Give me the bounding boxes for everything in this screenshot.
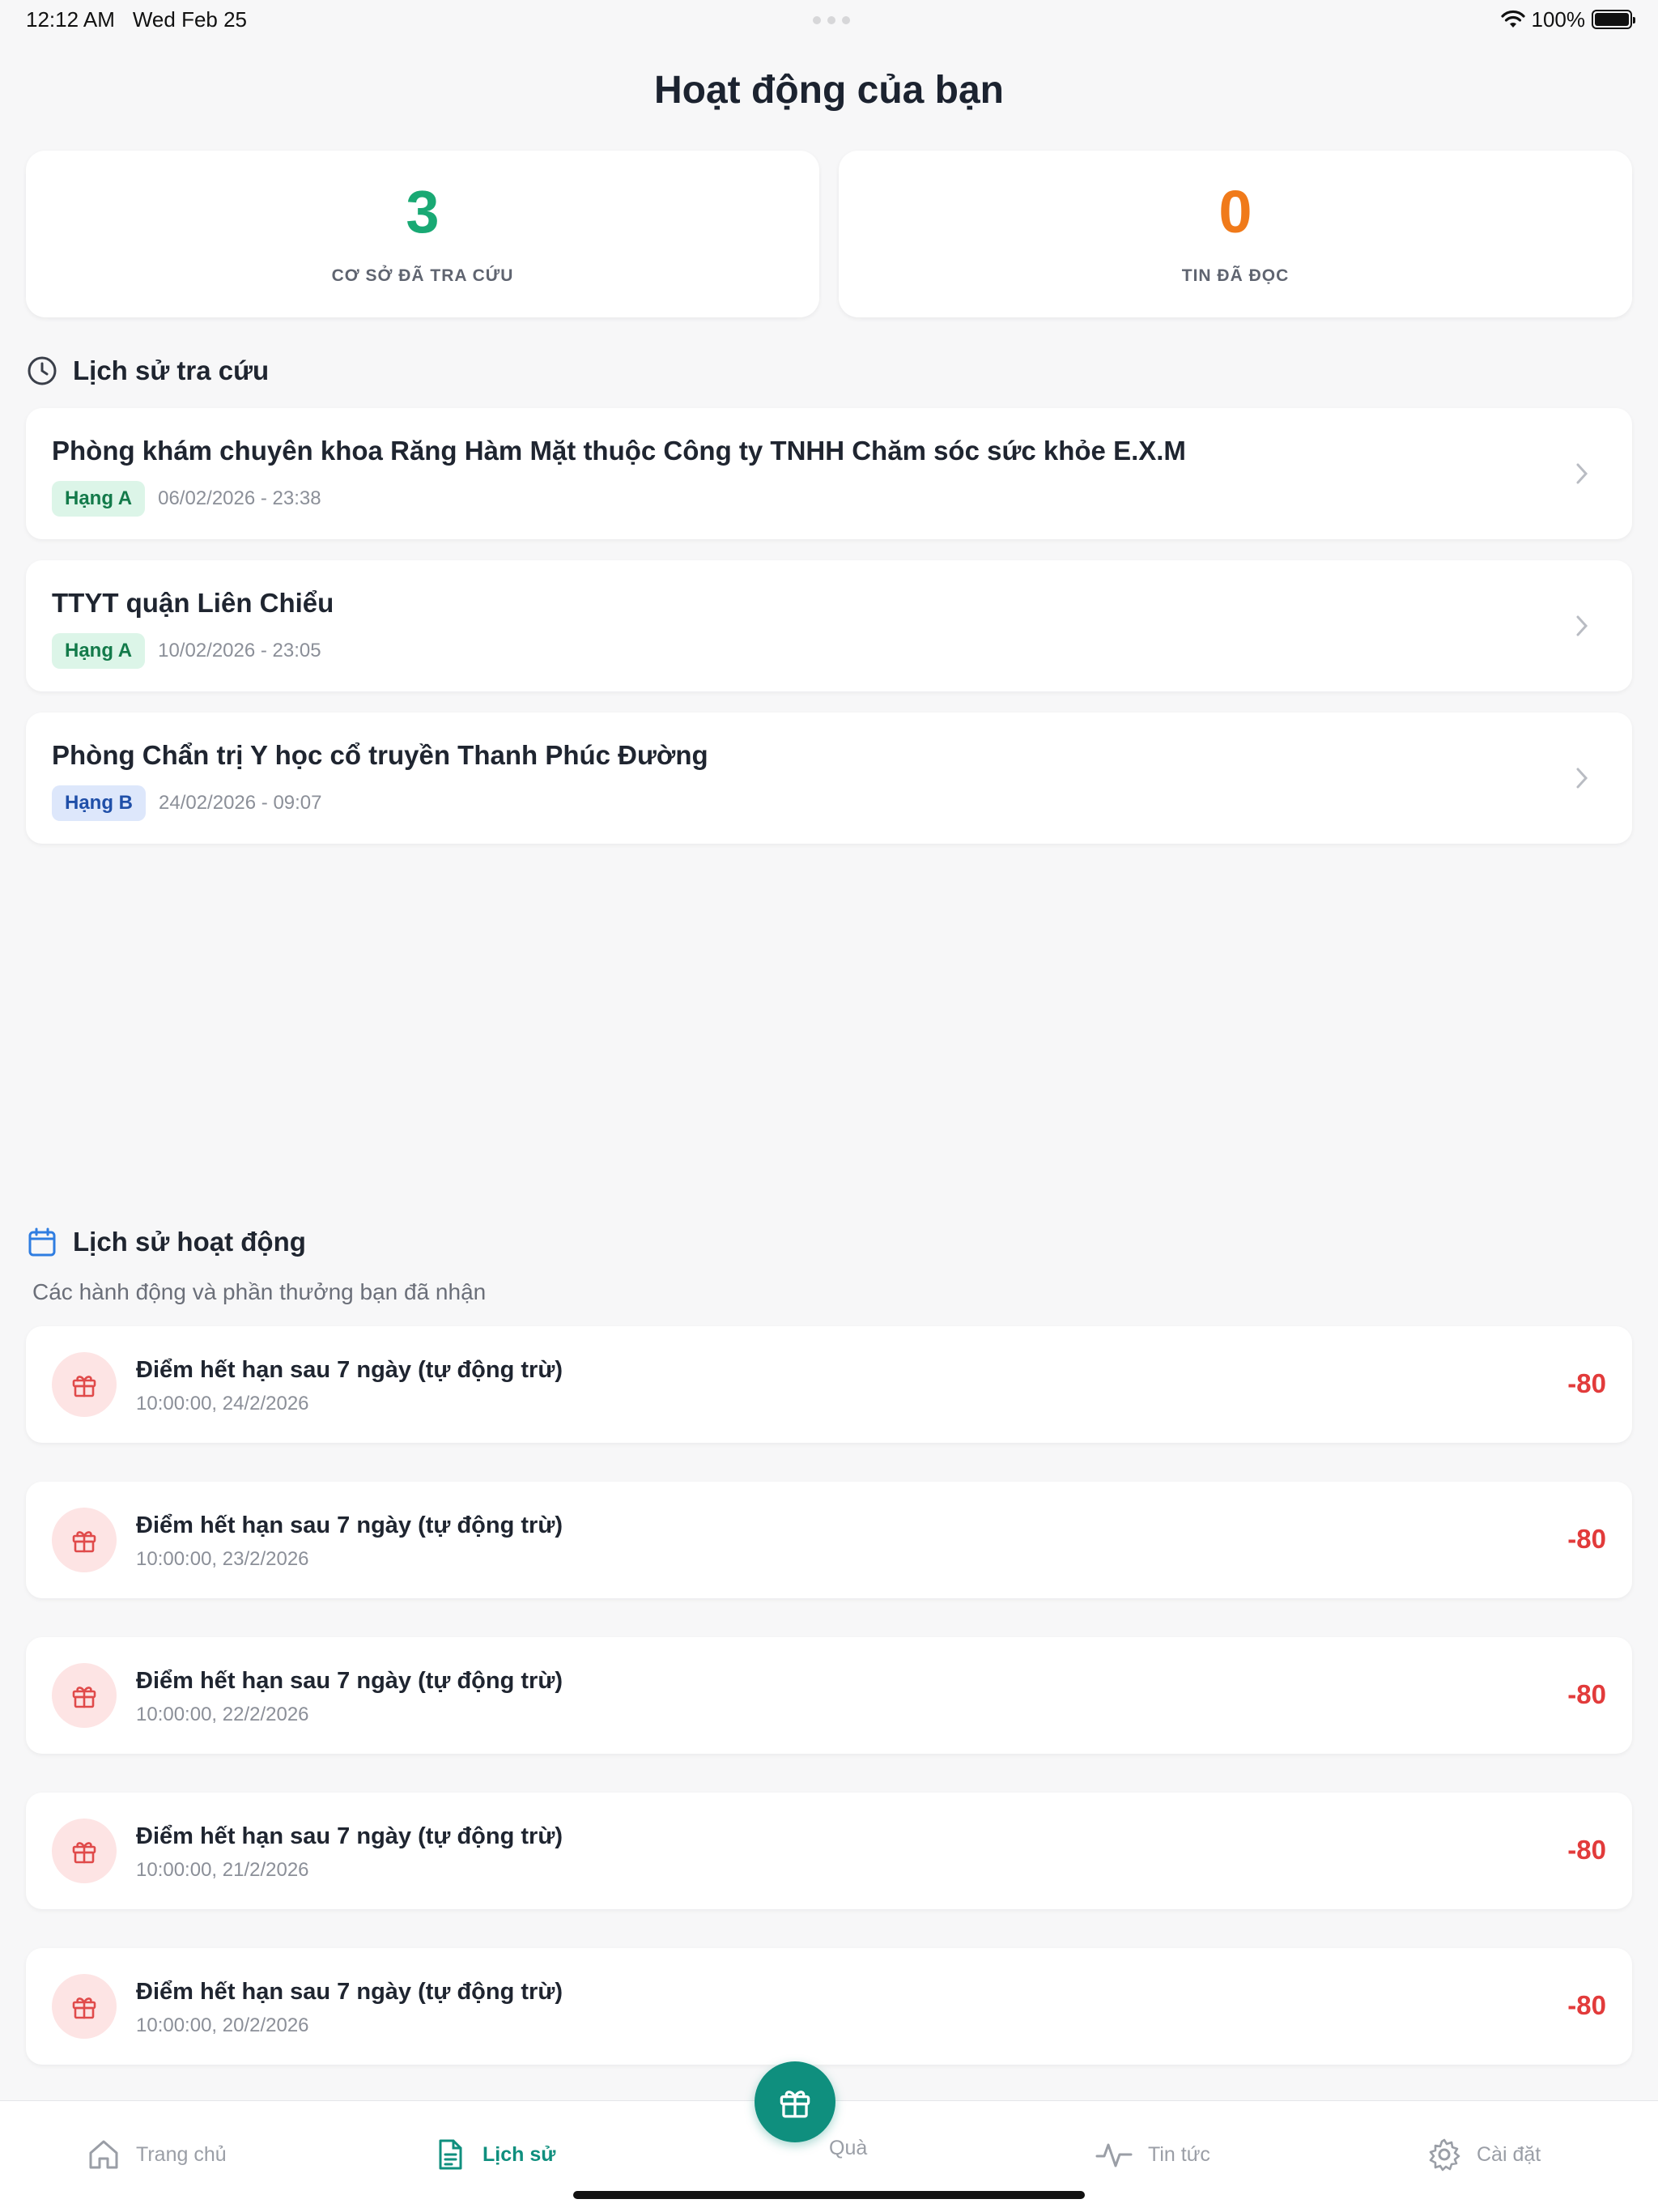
home-icon (89, 2140, 118, 2169)
search-history-item[interactable]: TTYT quận Liên Chiểu Hạng A 10/02/2026 -… (26, 560, 1632, 691)
gift-icon (72, 1687, 96, 1708)
section-title: Lịch sử hoạt động (73, 1227, 306, 1257)
battery-percent: 100% (1531, 6, 1586, 32)
page-title: Hoạt động của bạn (654, 69, 1004, 112)
home-indicator[interactable] (573, 2191, 1085, 2199)
gift-icon-circle (52, 1508, 117, 1572)
facility-name: Phòng khám chuyên khoa Răng Hàm Mặt thuộ… (52, 436, 1186, 466)
activity-time: 10:00:00, 20/2/2026 (136, 2014, 309, 2036)
gift-icon (72, 1842, 96, 1864)
status-left: 12:12 AM Wed Feb 25 (26, 7, 247, 32)
multitask-dots[interactable] (813, 16, 850, 24)
activity-points: -80 (1567, 1835, 1606, 1865)
activity-item: Điểm hết hạn sau 7 ngày (tự động trừ) 10… (26, 1948, 1632, 2065)
tab-gifts[interactable]: Quà (829, 2137, 867, 2160)
gift-icon-circle (52, 1663, 117, 1728)
section-title: Lịch sử tra cứu (73, 355, 270, 385)
rank-badge: Hạng A (52, 633, 146, 669)
activity-time: 10:00:00, 24/2/2026 (136, 1393, 309, 1414)
status-time: 12:12 AM (26, 6, 115, 32)
gift-icon (72, 1531, 96, 1553)
search-date: 06/02/2026 - 23:38 (158, 487, 321, 509)
activity-time: 10:00:00, 21/2/2026 (136, 1859, 309, 1881)
chevron-right-icon (1576, 768, 1588, 789)
tab-label: Tin tức (1148, 2142, 1210, 2166)
facility-name: TTYT quận Liên Chiểu (52, 588, 334, 618)
status-date: Wed Feb 25 (132, 6, 248, 32)
tab-settings[interactable]: Cài đặt (1426, 2137, 1541, 2172)
search-date: 10/02/2026 - 23:05 (158, 640, 321, 661)
document-icon (439, 2139, 462, 2170)
activity-title: Điểm hết hạn sau 7 ngày (tự động trừ) (136, 1668, 563, 1694)
gift-icon-circle (52, 1819, 117, 1883)
facility-meta: Hạng A 10/02/2026 - 23:05 (52, 633, 321, 669)
rank-badge: Hạng B (52, 785, 146, 821)
chevron-right-icon (1576, 615, 1588, 636)
search-history-item[interactable]: Phòng khám chuyên khoa Răng Hàm Mặt thuộ… (26, 408, 1632, 539)
activity-item: Điểm hết hạn sau 7 ngày (tự động trừ) 10… (26, 1326, 1632, 1443)
gift-icon-circle (52, 1974, 117, 2039)
stat-card-searched: 3 CƠ SỞ ĐÃ TRA CỨU (26, 151, 819, 317)
activity-history-header: Lịch sử hoạt động (26, 1226, 306, 1258)
tab-label: Trang chủ (136, 2142, 227, 2166)
tab-label: Lịch sử (483, 2142, 556, 2166)
activity-icon (1095, 2143, 1133, 2167)
activity-title: Điểm hết hạn sau 7 ngày (tự động trừ) (136, 1979, 563, 2005)
tab-history[interactable]: Lịch sử (432, 2137, 555, 2172)
facility-meta: Hạng B 24/02/2026 - 09:07 (52, 785, 322, 821)
activity-time: 10:00:00, 23/2/2026 (136, 1548, 309, 1570)
clock-icon (28, 356, 57, 385)
search-history-header: Lịch sử tra cứu (26, 355, 269, 387)
gift-icon-circle (52, 1352, 117, 1417)
tab-label: Quà (829, 2137, 868, 2159)
wifi-icon (1500, 10, 1525, 28)
activity-title: Điểm hết hạn sau 7 ngày (tự động trừ) (136, 1357, 563, 1383)
gifts-fab-button[interactable] (755, 2061, 835, 2142)
activity-points: -80 (1567, 1679, 1606, 1709)
rank-badge: Hạng A (52, 481, 146, 517)
activity-title: Điểm hết hạn sau 7 ngày (tự động trừ) (136, 1823, 563, 1849)
section-subtitle: Các hành động và phần thưởng bạn đã nhận (32, 1279, 487, 1304)
stat-value: 3 (406, 178, 440, 245)
battery-icon (1592, 10, 1635, 29)
activity-time: 10:00:00, 22/2/2026 (136, 1704, 309, 1725)
gear-icon (1429, 2138, 1460, 2172)
search-history-item[interactable]: Phòng Chẩn trị Y học cổ truyền Thanh Phú… (26, 713, 1632, 844)
stat-label: CƠ SỞ ĐÃ TRA CỨU (331, 266, 514, 285)
facility-meta: Hạng A 06/02/2026 - 23:38 (52, 481, 321, 517)
activity-points: -80 (1567, 1990, 1606, 2020)
activity-title: Điểm hết hạn sau 7 ngày (tự động trừ) (136, 1512, 563, 1538)
stat-label: TIN ĐÃ ĐỌC (1181, 266, 1290, 285)
tab-home[interactable]: Trang chủ (86, 2137, 227, 2172)
search-date: 24/02/2026 - 09:07 (159, 792, 322, 814)
calendar-icon (28, 1227, 56, 1257)
activity-item: Điểm hết hạn sau 7 ngày (tự động trừ) 10… (26, 1482, 1632, 1598)
gift-icon (72, 1376, 96, 1397)
gift-icon (72, 1997, 96, 2019)
activity-item: Điểm hết hạn sau 7 ngày (tự động trừ) 10… (26, 1793, 1632, 1909)
facility-name: Phòng Chẩn trị Y học cổ truyền Thanh Phú… (52, 740, 708, 770)
gift-icon (780, 2091, 810, 2118)
tab-label: Cài đặt (1477, 2142, 1541, 2166)
activity-points: -80 (1567, 1524, 1606, 1554)
stat-value: 0 (1218, 178, 1252, 245)
tab-news[interactable]: Tin tức (1095, 2137, 1210, 2172)
activity-points: -80 (1567, 1368, 1606, 1398)
stat-card-news-read: 0 TIN ĐÃ ĐỌC (839, 151, 1632, 317)
chevron-right-icon (1576, 463, 1588, 484)
activity-item: Điểm hết hạn sau 7 ngày (tự động trừ) 10… (26, 1637, 1632, 1754)
status-right: 100% (1500, 6, 1635, 32)
